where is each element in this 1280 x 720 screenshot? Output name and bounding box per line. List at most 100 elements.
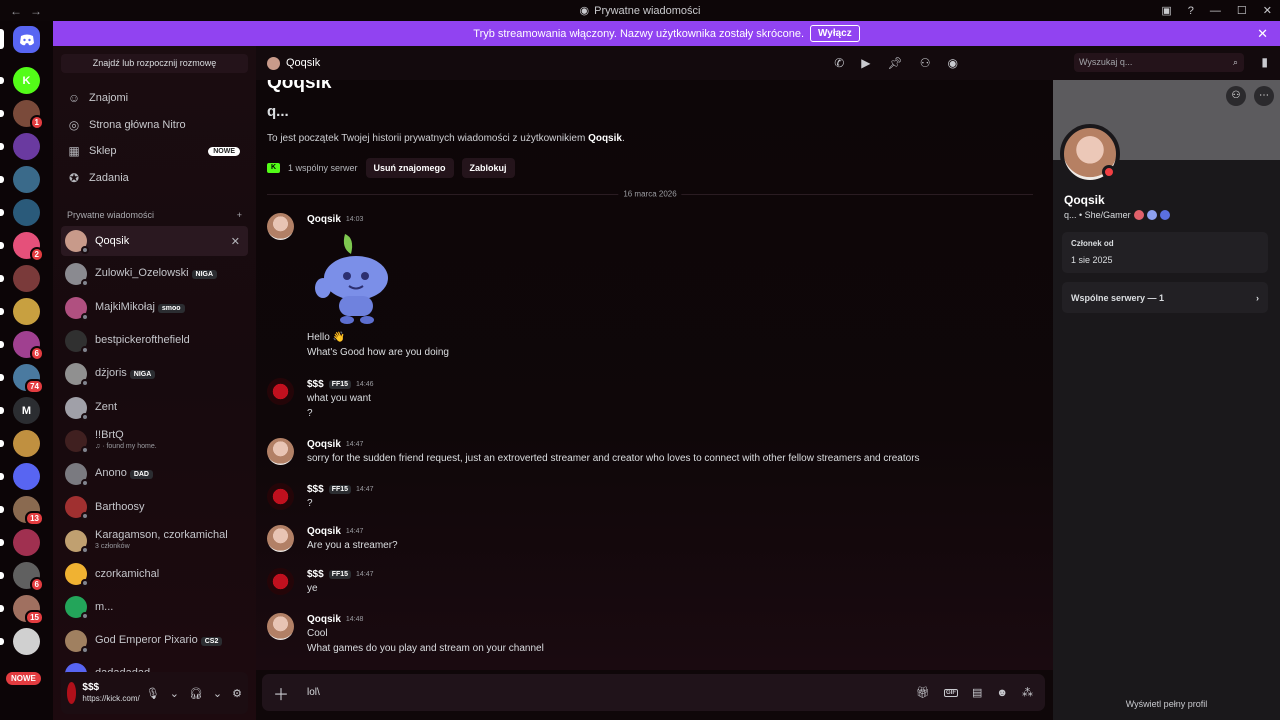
- server-icon[interactable]: [0, 133, 40, 160]
- dm-item[interactable]: Zulowki_Ozelowski NIGA: [61, 259, 248, 289]
- dm-name-block: bestpickerofthefield: [95, 335, 190, 346]
- server-icon[interactable]: 74: [0, 364, 44, 394]
- message-author[interactable]: Qoqsik: [307, 526, 341, 537]
- dm-name-text: !!BrtQ: [95, 428, 124, 441]
- mic-options-chevron-icon[interactable]: ⌄: [170, 687, 179, 700]
- mutual-servers-link[interactable]: 1 wspólny serwer: [288, 163, 358, 173]
- settings-gear-icon[interactable]: ⚙: [232, 687, 242, 700]
- dm-item[interactable]: MajkiMikołaj smoo: [61, 293, 248, 323]
- add-friend-icon[interactable]: ⚇: [1226, 86, 1246, 106]
- inbox-bookmark-icon[interactable]: ▮: [1261, 55, 1268, 69]
- sidebar-item-friends[interactable]: ☺ Znajomi: [61, 86, 248, 110]
- server-icon[interactable]: M: [0, 397, 40, 424]
- block-button[interactable]: Zablokuj: [461, 158, 515, 178]
- server-icon[interactable]: 6: [0, 331, 44, 361]
- server-icon[interactable]: [0, 628, 40, 655]
- message-avatar[interactable]: [267, 568, 294, 595]
- unread-pill: [0, 440, 4, 447]
- more-options-icon[interactable]: ⋯: [1254, 86, 1274, 106]
- dm-avatar: [65, 363, 89, 388]
- user-profile-toggle-icon[interactable]: ◉: [948, 56, 958, 70]
- server-icon[interactable]: [0, 529, 40, 556]
- message-author[interactable]: Qoqsik: [307, 214, 341, 225]
- message-avatar[interactable]: [267, 483, 294, 510]
- message-author[interactable]: $$$: [307, 569, 324, 580]
- server-icon[interactable]: 13: [0, 496, 44, 526]
- gift-icon[interactable]: 🎁︎: [916, 686, 930, 699]
- message-avatar[interactable]: [267, 438, 294, 465]
- sidebar-item-quests[interactable]: ✪ Zadania: [61, 166, 248, 190]
- server-icon[interactable]: 15: [0, 595, 44, 625]
- message-avatar[interactable]: [267, 213, 294, 240]
- close-window-icon[interactable]: ✕: [1263, 4, 1272, 17]
- user-avatar[interactable]: [67, 682, 77, 704]
- message-avatar[interactable]: [267, 525, 294, 552]
- message-author[interactable]: $$$: [307, 484, 324, 495]
- view-full-profile-link[interactable]: Wyświetl pełny profil: [1053, 699, 1280, 709]
- header-name[interactable]: Qoqsik: [286, 57, 320, 69]
- server-icon[interactable]: [0, 265, 40, 292]
- server-icon[interactable]: 1: [0, 100, 44, 130]
- home-button[interactable]: [0, 26, 40, 53]
- headphones-options-chevron-icon[interactable]: ⌄: [213, 687, 222, 700]
- wumpus-sticker-icon: [315, 234, 388, 324]
- server-icon[interactable]: [0, 199, 40, 226]
- server-icon[interactable]: [0, 298, 40, 325]
- server-icon[interactable]: [0, 166, 40, 193]
- server-icon[interactable]: [0, 463, 40, 490]
- dm-item[interactable]: Karagamson, czorkamichal 3 członków: [61, 526, 248, 556]
- back-arrow-icon[interactable]: ←: [10, 4, 22, 18]
- sticker-icon[interactable]: ▤: [972, 686, 982, 699]
- add-friends-to-dm-icon[interactable]: ⚇: [920, 56, 931, 70]
- profile-avatar[interactable]: [1060, 124, 1120, 184]
- server-icon[interactable]: K: [0, 67, 40, 94]
- intro-text: To jest początek Twojej historii prywatn…: [267, 133, 586, 144]
- mention-badge: 6: [29, 577, 44, 592]
- voice-call-icon[interactable]: ✆: [834, 56, 844, 70]
- microphone-icon[interactable]: 🎙︎: [146, 687, 160, 700]
- server-icon[interactable]: [0, 430, 40, 457]
- new-dm-plus-icon[interactable]: +: [237, 210, 242, 220]
- remove-friend-button[interactable]: Usuń znajomego: [365, 158, 454, 178]
- headphones-icon[interactable]: 🎧︎: [189, 687, 203, 700]
- maximize-icon[interactable]: ☐: [1237, 4, 1247, 17]
- pinned-messages-icon[interactable]: 📌︎: [888, 56, 903, 70]
- gif-icon[interactable]: GIF: [944, 688, 959, 697]
- server-icon[interactable]: 6: [0, 562, 44, 592]
- message-text: what you want: [307, 393, 371, 404]
- close-banner-icon[interactable]: ✕: [1257, 26, 1268, 42]
- message-author[interactable]: $$$: [307, 379, 324, 390]
- dm-item[interactable]: czorkamichal: [61, 559, 248, 589]
- find-conversation-button[interactable]: Znajdź lub rozpocznij rozmowę: [61, 54, 248, 73]
- sidebar-item-shop[interactable]: ▦ Sklep NOWE: [61, 139, 248, 163]
- server-icon[interactable]: 2: [0, 232, 44, 262]
- dm-item[interactable]: Barthoosy: [61, 492, 248, 522]
- emoji-icon[interactable]: ☻: [996, 687, 1008, 699]
- dm-item[interactable]: !!BrtQ ♫ · found my home.: [61, 426, 248, 456]
- message-author[interactable]: Qoqsik: [307, 439, 341, 450]
- dm-item[interactable]: Zent: [61, 393, 248, 423]
- dm-item[interactable]: bestpickerofthefield: [61, 326, 248, 356]
- search-input[interactable]: Wyszukaj q... ⌕: [1074, 53, 1244, 72]
- sidebar-item-nitro[interactable]: ◎ Strona główna Nitro: [61, 113, 248, 137]
- help-icon[interactable]: ?: [1188, 5, 1194, 17]
- message-avatar[interactable]: [267, 613, 294, 640]
- message-input[interactable]: lol\: [300, 687, 320, 698]
- dm-item[interactable]: God Emperor Pixario CS2: [61, 626, 248, 656]
- forward-arrow-icon[interactable]: →: [30, 4, 42, 18]
- close-dm-icon[interactable]: ✕: [231, 235, 240, 248]
- dm-item[interactable]: m...: [61, 592, 248, 622]
- message-avatar[interactable]: [267, 378, 294, 405]
- dm-item[interactable]: Anono DAD: [61, 459, 248, 489]
- dm-item[interactable]: dżjoris NIGA: [61, 359, 248, 389]
- apps-icon[interactable]: ⁂: [1022, 686, 1033, 699]
- inbox-icon[interactable]: ▣: [1161, 4, 1171, 17]
- video-call-icon[interactable]: ▶: [861, 56, 870, 70]
- disable-streamer-mode-button[interactable]: Wyłącz: [810, 25, 860, 42]
- mutual-servers-button[interactable]: Wspólne serwery — 1 ›: [1062, 282, 1268, 313]
- message-author[interactable]: Qoqsik: [307, 614, 341, 625]
- message-composer[interactable]: ＋ lol\ 🎁︎ GIF ▤ ☻ ⁂: [262, 674, 1045, 711]
- attach-plus-icon[interactable]: ＋: [262, 681, 300, 705]
- minimize-icon[interactable]: —: [1210, 5, 1221, 17]
- dm-item[interactable]: Qoqsik ✕: [61, 226, 248, 256]
